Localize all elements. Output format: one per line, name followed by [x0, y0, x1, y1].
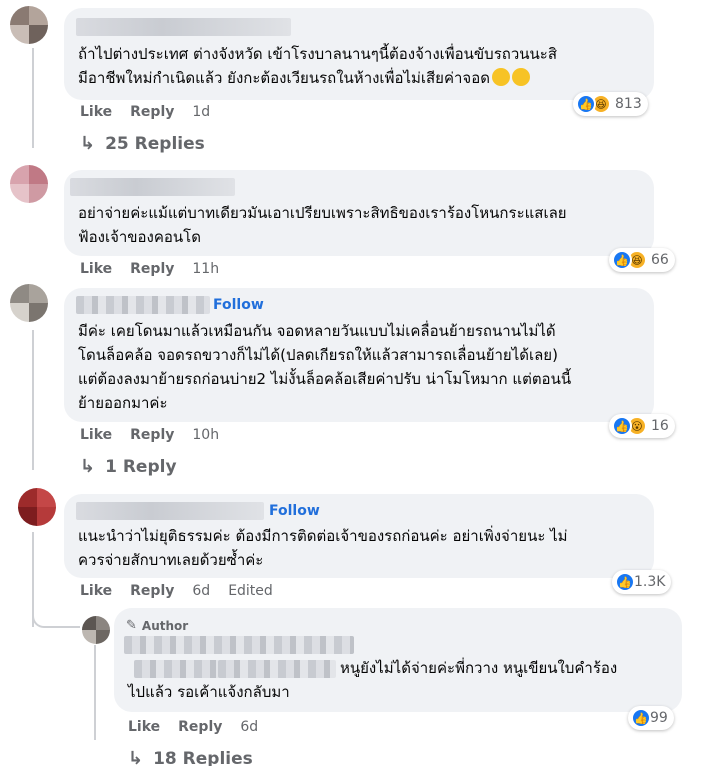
edited-label: Edited [228, 583, 273, 599]
reply-arrow-icon: ↳ [128, 748, 144, 766]
comment-text: อย่าจ่ายค่ะแม้แต่บาทเดียวมันเอาเปรียบเพร… [78, 204, 567, 246]
reaction-count: 1.3K [634, 574, 666, 590]
reply-button[interactable]: Reply [130, 261, 174, 277]
avatar[interactable] [10, 6, 48, 44]
reaction-summary[interactable]: 👍 😮 16 [609, 414, 675, 438]
reply-text: หนูยังไม่ได้จ่ายค่ะพี่กวาง หนูเขียนใบคำร… [128, 659, 618, 701]
comment-actions: Like Reply 10h [80, 427, 219, 443]
reply-actions: Like Reply 6d [128, 719, 258, 735]
reply-arrow-icon: ↳ [80, 456, 96, 477]
view-replies-button[interactable]: ↳ 25 Replies [80, 133, 205, 154]
avatar[interactable] [10, 165, 48, 203]
commenter-name-redacted[interactable] [70, 178, 235, 196]
comment-actions: Like Reply 11h [80, 261, 219, 277]
reply-button[interactable]: Reply [178, 719, 222, 735]
comment-bubble: อย่าจ่ายค่ะแม้แต่บาทเดียวมันเอาเปรียบเพร… [64, 170, 654, 256]
follow-button[interactable]: Follow [213, 297, 264, 313]
thread-line [94, 645, 96, 740]
reaction-summary[interactable]: 👍 😆 66 [609, 248, 675, 272]
commenter-name-redacted[interactable] [124, 636, 354, 654]
view-replies-button[interactable]: ↳ 18 Replies [128, 748, 253, 766]
like-reaction-icon: 👍 [612, 416, 632, 436]
commenter-name-redacted[interactable] [76, 502, 264, 520]
thread-line [32, 330, 34, 470]
timestamp[interactable]: 11h [192, 261, 219, 277]
reaction-count: 813 [615, 96, 642, 112]
reply-arrow-icon: ↳ [80, 133, 96, 154]
comment-text: ถ้าไปต่างประเทศ ต่างจังหวัด เข้าโรงบาลนา… [78, 45, 557, 87]
reaction-summary[interactable]: 👍 😆 813 [573, 92, 648, 116]
comment-text: แนะนำว่าไม่ยุติธรรมค่ะ ต้องมีการติดต่อเจ… [78, 527, 568, 569]
reaction-count: 66 [651, 252, 669, 268]
timestamp[interactable]: 6d [192, 583, 210, 599]
thread-line [32, 48, 34, 148]
thinking-emoji-icon [511, 68, 530, 86]
follow-button[interactable]: Follow [269, 503, 320, 519]
comment-bubble: Follow แนะนำว่าไม่ยุติธรรมค่ะ ต้องมีการต… [64, 494, 654, 578]
reply-button[interactable]: Reply [130, 583, 174, 599]
avatar[interactable] [18, 488, 56, 526]
like-button[interactable]: Like [80, 261, 112, 277]
comment-bubble: Follow มีค่ะ เคยโดนมาแล้วเหมือนกัน จอดหล… [64, 288, 654, 422]
commenter-name-redacted[interactable] [76, 18, 291, 36]
avatar[interactable] [10, 284, 48, 322]
reply-button[interactable]: Reply [130, 427, 174, 443]
like-button[interactable]: Like [128, 719, 160, 735]
reaction-summary[interactable]: 👍 99 [628, 706, 674, 730]
reaction-count: 16 [651, 418, 669, 434]
reaction-count: 99 [650, 710, 668, 726]
like-reaction-icon: 👍 [631, 708, 651, 728]
comment-actions: Like Reply 6d Edited [80, 583, 273, 599]
like-reaction-icon: 👍 [576, 94, 596, 114]
avatar[interactable] [82, 616, 110, 644]
like-reaction-icon: 👍 [612, 250, 632, 270]
author-badge: ✎ Author [126, 618, 189, 633]
thread-elbow [32, 600, 80, 628]
comment-actions: Like Reply 1d [80, 104, 210, 120]
reaction-summary[interactable]: 👍 1.3K [612, 570, 672, 594]
thinking-emoji-icon [491, 68, 510, 86]
view-replies-button[interactable]: ↳ 1 Reply [80, 456, 177, 477]
timestamp[interactable]: 6d [240, 719, 258, 735]
reply-button[interactable]: Reply [130, 104, 174, 120]
like-button[interactable]: Like [80, 427, 112, 443]
like-button[interactable]: Like [80, 583, 112, 599]
comment-text: มีค่ะ เคยโดนมาแล้วเหมือนกัน จอดหลายวันแบ… [78, 322, 572, 412]
comment-bubble: ถ้าไปต่างประเทศ ต่างจังหวัด เข้าโรงบาลนา… [64, 8, 654, 100]
pencil-icon: ✎ [126, 618, 137, 633]
like-button[interactable]: Like [80, 104, 112, 120]
reply-bubble: ✎ Author หนูยังไม่ได้จ่ายค่ะพี่กวาง หนูเ… [114, 608, 682, 712]
timestamp[interactable]: 10h [192, 427, 219, 443]
commenter-name-redacted[interactable] [76, 296, 210, 314]
timestamp[interactable]: 1d [192, 104, 210, 120]
like-reaction-icon: 👍 [615, 572, 635, 592]
